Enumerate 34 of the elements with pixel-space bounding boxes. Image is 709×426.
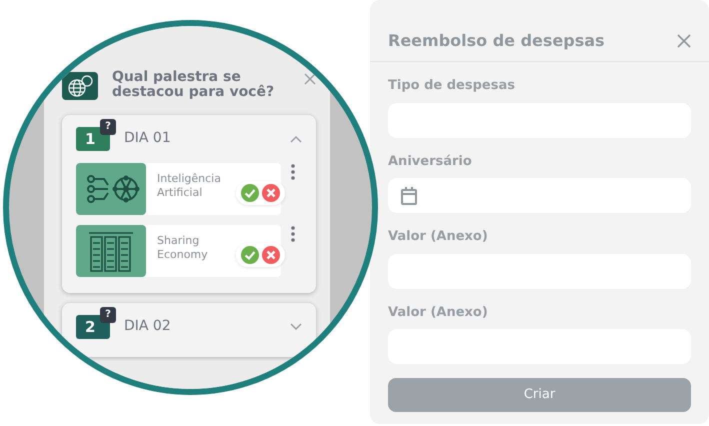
day-label: DIA 01 — [124, 129, 171, 148]
field-label: Tipo de despesas — [388, 77, 516, 95]
talk-card[interactable]: Inteligência Artificial — [76, 162, 281, 215]
talk-card[interactable]: Sharing Economy — [76, 224, 281, 277]
kebab-icon — [291, 226, 295, 242]
form-title: Reembolso de desepsas — [388, 30, 605, 52]
chevron-icon — [290, 134, 302, 143]
chevron-icon — [290, 322, 302, 331]
more-button[interactable] — [291, 162, 295, 181]
field-label: Valor (Anexo) — [388, 228, 489, 246]
check-icon — [241, 246, 259, 264]
talk-title: Sharing Economy — [156, 232, 209, 263]
field-label: Aniversário — [388, 152, 473, 170]
field-label: Valor (Anexo) — [388, 304, 489, 322]
close-icon — [677, 34, 691, 48]
close-button[interactable] — [677, 32, 691, 50]
help-badge: ? — [100, 306, 116, 323]
reject-button[interactable] — [262, 246, 280, 264]
close-icon — [304, 73, 316, 86]
reject-button[interactable] — [262, 184, 280, 202]
talk-title: Inteligência Artificial — [156, 170, 222, 201]
calendar-icon — [400, 186, 418, 206]
modal-title: Qual palestra se destacou para você? — [112, 70, 276, 101]
cross-icon — [262, 184, 280, 202]
day-label: DIA 02 — [124, 317, 171, 336]
kebab-icon — [291, 164, 295, 180]
cross-icon — [262, 246, 280, 264]
approve-button[interactable] — [241, 184, 259, 202]
submit-button[interactable]: Criar — [388, 378, 691, 412]
help-badge: ? — [100, 118, 116, 135]
check-icon — [241, 184, 259, 202]
more-button[interactable] — [291, 224, 295, 243]
date-field[interactable] — [388, 178, 691, 213]
approve-button[interactable] — [241, 246, 259, 264]
